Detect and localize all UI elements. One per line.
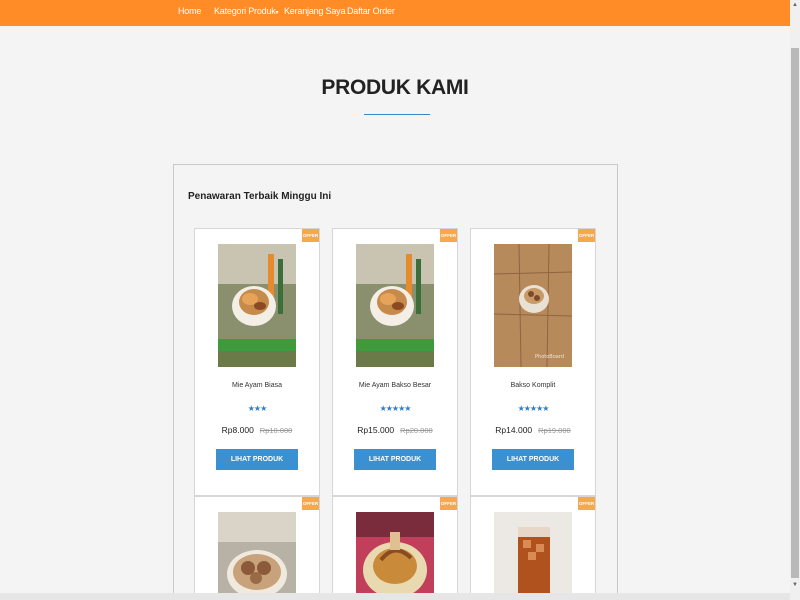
product-name: Mie Ayam Bakso Besar <box>358 382 432 389</box>
section-heading: Penawaran Terbaik Minggu Ini <box>188 191 332 202</box>
product-photo-iced-tea <box>494 512 572 600</box>
product-image[interactable] <box>356 244 434 367</box>
price-row: Rp14.000 Rp19.000 <box>471 425 595 435</box>
svg-text:PhotoBoard: PhotoBoard <box>535 354 564 360</box>
current-price: Rp14.000 <box>495 425 533 435</box>
caret-down-icon: ▾ <box>275 10 279 16</box>
nav-home[interactable]: Home <box>178 6 201 16</box>
star-rating: ★★★★★ <box>379 404 412 413</box>
top-navbar: Home Kategori Produk▾ Keranjang Saya Daf… <box>0 0 800 26</box>
product-photo-bakso-komplit: PhotoBoard <box>494 244 572 367</box>
star-rating: ★★★★★ <box>517 404 550 413</box>
offer-badge: OFFER <box>302 229 319 242</box>
star-rating: ★★★ <box>247 404 268 413</box>
product-card: OFFER <box>332 496 458 600</box>
product-image[interactable] <box>218 512 296 600</box>
nav-kategori-label: Kategori Produk <box>214 6 276 16</box>
product-card: OFFER Mie Ayam Bakso Besar ★★★★★ Rp15.00… <box>332 228 458 496</box>
product-name: Mie Ayam Biasa <box>231 382 283 389</box>
current-price: Rp8.000 <box>221 425 254 435</box>
vertical-scrollbar[interactable]: ▲ ▼ <box>790 0 800 600</box>
lihat-produk-button[interactable]: LIHAT PRODUK <box>492 449 574 470</box>
nav-keranjang-saya[interactable]: Keranjang Saya <box>284 6 345 16</box>
nav-kategori-produk[interactable]: Kategori Produk▾ <box>214 6 279 16</box>
product-photo-noodle-dish <box>356 512 434 600</box>
old-price: Rp20.000 <box>400 426 433 435</box>
price-row: Rp8.000 Rp10.000 <box>195 425 319 435</box>
product-photo-bakso <box>218 512 296 600</box>
product-card: OFFER PhotoBoard Bakso Komplit ★★★★★ Rp1… <box>470 228 596 496</box>
product-image[interactable] <box>494 512 572 600</box>
price-row: Rp15.000 Rp20.000 <box>333 425 457 435</box>
product-image[interactable] <box>356 512 434 600</box>
offer-badge: OFFER <box>578 229 595 242</box>
product-image[interactable]: PhotoBoard <box>494 244 572 367</box>
scroll-down-icon[interactable]: ▼ <box>790 580 800 590</box>
offer-badge: OFFER <box>578 497 595 510</box>
product-photo-mie-ayam-bakso <box>356 244 434 367</box>
offer-badge: OFFER <box>440 229 457 242</box>
product-card: OFFER <box>194 496 320 600</box>
product-name: Bakso Komplit <box>510 382 556 389</box>
offer-badge: OFFER <box>302 497 319 510</box>
old-price: Rp19.000 <box>538 426 571 435</box>
title-underline <box>364 114 430 115</box>
nav-daftar-order[interactable]: Daftar Order <box>347 6 395 16</box>
old-price: Rp10.000 <box>259 426 293 435</box>
product-card: OFFER <box>470 496 596 600</box>
offer-badge: OFFER <box>440 497 457 510</box>
product-image[interactable] <box>218 244 296 367</box>
current-price: Rp15.000 <box>357 425 395 435</box>
scroll-up-icon[interactable]: ▲ <box>790 0 800 10</box>
horizontal-scrollbar[interactable] <box>0 593 790 600</box>
lihat-produk-button[interactable]: LIHAT PRODUK <box>354 449 436 470</box>
product-card: OFFER Mie Ayam Biasa ★★★ Rp8.000 Rp10.000… <box>194 228 320 496</box>
product-photo-mie-ayam <box>218 244 296 367</box>
lihat-produk-button[interactable]: LIHAT PRODUK <box>216 449 298 470</box>
scroll-thumb[interactable] <box>791 48 799 578</box>
page-title: PRODUK KAMI <box>321 76 469 99</box>
